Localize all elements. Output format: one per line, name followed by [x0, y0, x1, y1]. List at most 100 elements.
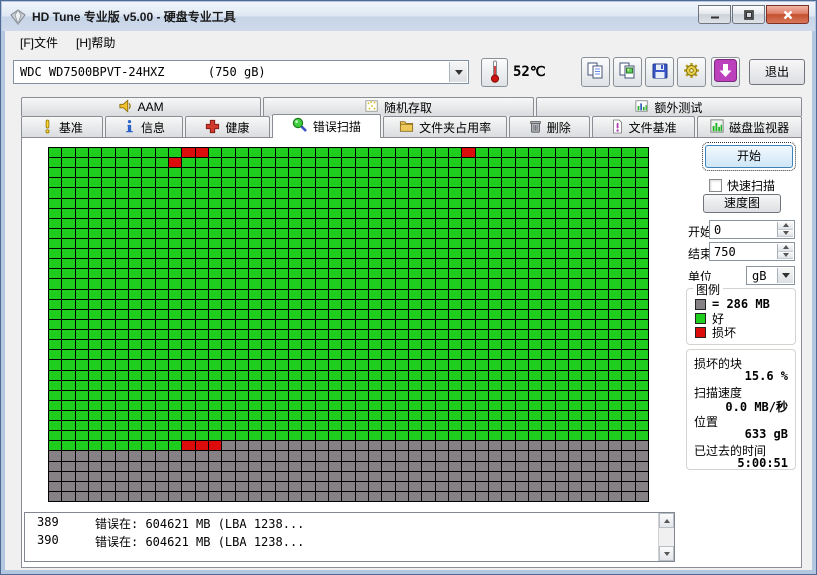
- close-button[interactable]: [766, 5, 809, 24]
- scan-block: [382, 168, 395, 178]
- scan-block: [75, 421, 88, 431]
- error-list-row[interactable]: 389 错误在: 604621 MB (LBA 1238...: [37, 515, 674, 531]
- scan-block: [88, 461, 102, 471]
- start-position-spinner[interactable]: [777, 222, 793, 237]
- scan-block: [448, 239, 462, 249]
- tab-secondary-3[interactable]: 额外测试: [535, 97, 802, 116]
- scan-block: [222, 208, 235, 218]
- scan-block: [515, 208, 528, 218]
- tab-1[interactable]: 基准: [21, 116, 103, 138]
- start-position-input[interactable]: 0: [709, 220, 795, 239]
- menu-help[interactable]: [H]帮助: [67, 31, 124, 54]
- drive-selector[interactable]: WDC WD7500BPVT-24HXZ (750 gB): [13, 60, 469, 84]
- tab-3[interactable]: 健康: [185, 116, 270, 138]
- scan-block: [288, 299, 302, 309]
- scan-block: [635, 370, 648, 380]
- legend-entry: 损坏: [695, 325, 795, 340]
- error-list-row[interactable]: 390 错误在: 604621 MB (LBA 1238...: [37, 533, 674, 549]
- scan-block: [462, 259, 475, 269]
- chevron-down-icon: [781, 273, 790, 278]
- scan-block: [355, 390, 368, 400]
- scan-block: [448, 269, 462, 279]
- scan-block: [235, 491, 248, 501]
- legend-entry: = 286 MB: [695, 297, 795, 311]
- scan-block: [275, 148, 288, 158]
- scan-block: [502, 461, 515, 471]
- stat-value: 5:00:51: [737, 456, 788, 470]
- scan-block: [502, 390, 515, 400]
- scan-block: [622, 350, 635, 360]
- scan-block: [448, 188, 462, 198]
- scan-block: [275, 158, 288, 168]
- update-button[interactable]: [711, 57, 740, 87]
- scan-block: [102, 431, 115, 441]
- scan-block: [408, 380, 422, 390]
- scan-block: [168, 410, 182, 421]
- tab-8[interactable]: 磁盘监视器: [697, 116, 802, 138]
- copy-text-button[interactable]: [581, 57, 610, 87]
- scan-block: [568, 188, 582, 198]
- scan-block: [635, 178, 648, 188]
- save-button[interactable]: [645, 57, 674, 87]
- scroll-up-button[interactable]: [659, 513, 674, 528]
- temperature-button[interactable]: [481, 58, 508, 87]
- minimize-button[interactable]: [698, 5, 731, 24]
- exit-button[interactable]: 退出: [749, 59, 805, 85]
- scan-block: [422, 178, 435, 188]
- scan-block: [528, 461, 542, 471]
- scan-block: [355, 360, 368, 370]
- scan-block: [448, 148, 462, 158]
- scan-block: [622, 431, 635, 441]
- scan-block: [88, 390, 102, 400]
- scan-block: [328, 279, 342, 289]
- scan-block: [222, 319, 235, 330]
- scan-block: [302, 269, 315, 279]
- scan-block: [275, 370, 288, 380]
- start-scan-button[interactable]: 开始: [702, 142, 796, 171]
- unit-dropdown-button[interactable]: [777, 268, 793, 283]
- speed-map-button[interactable]: 速度图: [703, 194, 781, 213]
- error-list-scrollbar[interactable]: [658, 513, 674, 561]
- scan-block: [102, 178, 115, 188]
- scan-block: [262, 188, 275, 198]
- scan-block: [262, 390, 275, 400]
- scan-block: [515, 198, 528, 208]
- end-position-spinner[interactable]: [777, 244, 793, 259]
- quick-scan-checkbox[interactable]: [709, 179, 722, 192]
- unit-selector[interactable]: gB: [746, 266, 795, 285]
- scan-block: [288, 178, 302, 188]
- tab-4[interactable]: 错误扫描: [271, 114, 382, 138]
- tab-6[interactable]: 删除: [509, 116, 591, 138]
- scan-block: [62, 158, 75, 168]
- scan-block: [288, 279, 302, 289]
- scan-block: [582, 249, 595, 259]
- scan-block: [168, 481, 182, 491]
- scan-block: [115, 259, 128, 269]
- stat-label: 损坏的块: [694, 357, 743, 371]
- scan-block: [382, 228, 395, 239]
- scan-block: [382, 471, 395, 481]
- menu-file[interactable]: [F]文件: [11, 31, 67, 54]
- tab-5[interactable]: 文件夹占用率: [383, 116, 508, 138]
- tab-7[interactable]: 文件基准: [592, 116, 696, 138]
- end-position-input[interactable]: 750: [709, 242, 795, 261]
- tab-2[interactable]: 信息: [104, 116, 184, 138]
- scan-block: [235, 350, 248, 360]
- scan-block: [315, 309, 328, 319]
- scan-block: [462, 148, 475, 158]
- tab-label: 磁盘监视器: [729, 121, 790, 135]
- scan-block: [422, 431, 435, 441]
- scan-block: [88, 148, 102, 158]
- scan-block: [448, 350, 462, 360]
- tab-secondary-1[interactable]: AAM: [21, 97, 262, 116]
- maximize-button[interactable]: [732, 5, 765, 24]
- scan-block: [49, 239, 62, 249]
- scroll-down-button[interactable]: [659, 546, 674, 561]
- copy-image-button[interactable]: [613, 57, 642, 87]
- tab-label: 信息: [140, 121, 165, 135]
- options-button[interactable]: [677, 57, 706, 87]
- scan-block: [168, 380, 182, 390]
- stat-value: 15.6 %: [744, 369, 788, 383]
- scan-block: [75, 400, 88, 410]
- drive-selector-dropdown-button[interactable]: [449, 62, 467, 82]
